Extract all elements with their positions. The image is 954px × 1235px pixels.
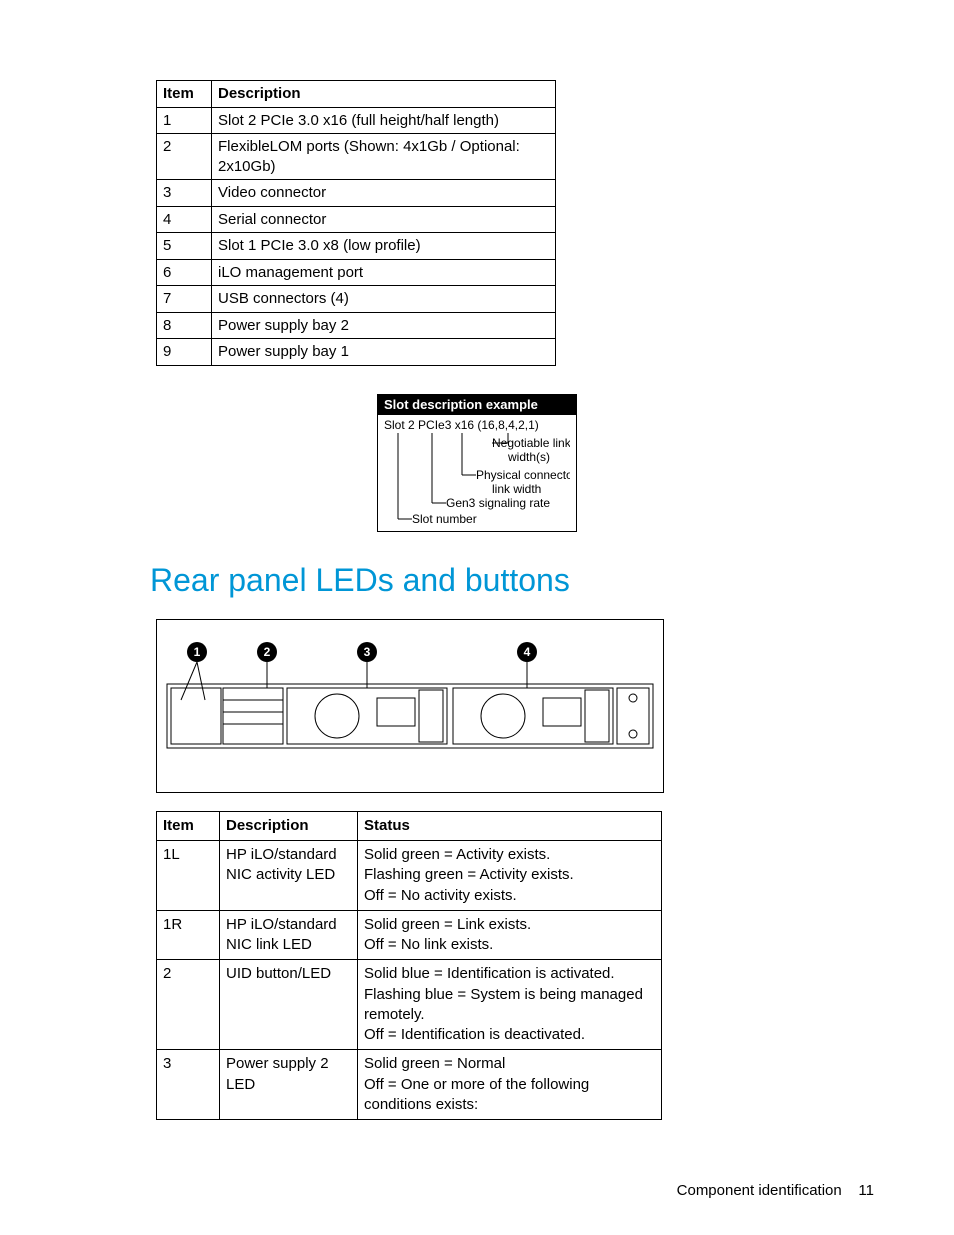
th2-desc: Description [220, 811, 358, 840]
cell-desc: iLO management port [212, 259, 556, 286]
table-row: 7USB connectors (4) [157, 286, 556, 313]
cell-desc: HP iLO/standard NIC link LED [220, 910, 358, 960]
callout-2: 2 [257, 642, 277, 662]
table-row: 2FlexibleLOM ports (Shown: 4x1Gb / Optio… [157, 134, 556, 180]
cell-desc: Serial connector [212, 206, 556, 233]
table-row: 1RHP iLO/standard NIC link LEDSolid gree… [157, 910, 662, 960]
cell-desc: Slot 1 PCIe 3.0 x8 (low profile) [212, 233, 556, 260]
slot-box-header: Slot description example [378, 395, 576, 415]
page: Item Description 1Slot 2 PCIe 3.0 x16 (f… [0, 0, 954, 1235]
cell-desc: Slot 2 PCIe 3.0 x16 (full height/half le… [212, 107, 556, 134]
label-negotiable-1: Negotiable link [492, 436, 570, 450]
cell-item: 3 [157, 1050, 220, 1120]
th-desc: Description [212, 81, 556, 108]
th2-item: Item [157, 811, 220, 840]
footer-section: Component identification [677, 1182, 842, 1199]
cell-desc: Power supply bay 2 [212, 312, 556, 339]
callout-4: 4 [517, 642, 537, 662]
table-row: 4Serial connector [157, 206, 556, 233]
label-negotiable-2: width(s) [507, 450, 550, 464]
cell-desc: FlexibleLOM ports (Shown: 4x1Gb / Option… [212, 134, 556, 180]
th-item: Item [157, 81, 212, 108]
cell-item: 8 [157, 312, 212, 339]
table-row: 1LHP iLO/standard NIC activity LEDSolid … [157, 841, 662, 911]
cell-status: Solid green = NormalOff = One or more of… [358, 1050, 662, 1120]
table-row: 1Slot 2 PCIe 3.0 x16 (full height/half l… [157, 107, 556, 134]
table-row: 9Power supply bay 1 [157, 339, 556, 366]
cell-desc: HP iLO/standard NIC activity LED [220, 841, 358, 911]
label-slot: Slot number [412, 512, 477, 526]
slot-description-box: Slot description example Slot 2 PCIe3 x1… [377, 394, 577, 532]
cell-desc: USB connectors (4) [212, 286, 556, 313]
cell-item: 3 [157, 180, 212, 207]
cell-desc: Video connector [212, 180, 556, 207]
cell-item: 2 [157, 960, 220, 1050]
page-footer: Component identification 11 [677, 1182, 874, 1199]
table-row: 3Video connector [157, 180, 556, 207]
cell-desc: Power supply bay 1 [212, 339, 556, 366]
table-row: 5Slot 1 PCIe 3.0 x8 (low profile) [157, 233, 556, 260]
callout-1: 1 [187, 642, 207, 662]
slot-box-diagram: Slot 2 PCIe3 x16 (16,8,4,2,1) Negoti [384, 417, 570, 527]
slot-example-text: Slot 2 PCIe3 x16 (16,8,4,2,1) [384, 418, 539, 432]
cell-desc: Power supply 2 LED [220, 1050, 358, 1120]
cell-item: 1R [157, 910, 220, 960]
cell-status: Solid green = Link exists.Off = No link … [358, 910, 662, 960]
cell-desc: UID button/LED [220, 960, 358, 1050]
cell-item: 2 [157, 134, 212, 180]
cell-status: Solid green = Activity exists.Flashing g… [358, 841, 662, 911]
cell-item: 1L [157, 841, 220, 911]
slot-box-body: Slot 2 PCIe3 x16 (16,8,4,2,1) Negoti [378, 415, 576, 531]
footer-page: 11 [858, 1182, 874, 1199]
component-table: Item Description 1Slot 2 PCIe 3.0 x16 (f… [156, 80, 556, 366]
cell-item: 4 [157, 206, 212, 233]
callout-3: 3 [357, 642, 377, 662]
section-title: Rear panel LEDs and buttons [150, 562, 804, 599]
cell-item: 1 [157, 107, 212, 134]
rear-panel-figure: 1 2 3 4 [156, 619, 664, 793]
cell-item: 9 [157, 339, 212, 366]
cell-item: 7 [157, 286, 212, 313]
led-table: Item Description Status 1LHP iLO/standar… [156, 811, 662, 1120]
label-signaling: Gen3 signaling rate [446, 496, 550, 510]
table-row: 6iLO management port [157, 259, 556, 286]
th2-status: Status [358, 811, 662, 840]
slot-description-wrap: Slot description example Slot 2 PCIe3 x1… [150, 394, 804, 532]
table-row: 3Power supply 2 LEDSolid green = NormalO… [157, 1050, 662, 1120]
label-physical-2: link width [492, 482, 541, 496]
label-physical-1: Physical connector [476, 468, 570, 482]
cell-item: 6 [157, 259, 212, 286]
cell-item: 5 [157, 233, 212, 260]
cell-status: Solid blue = Identification is activated… [358, 960, 662, 1050]
table-row: 8Power supply bay 2 [157, 312, 556, 339]
chassis-svg [157, 620, 663, 792]
table-row: 2UID button/LEDSolid blue = Identificati… [157, 960, 662, 1050]
